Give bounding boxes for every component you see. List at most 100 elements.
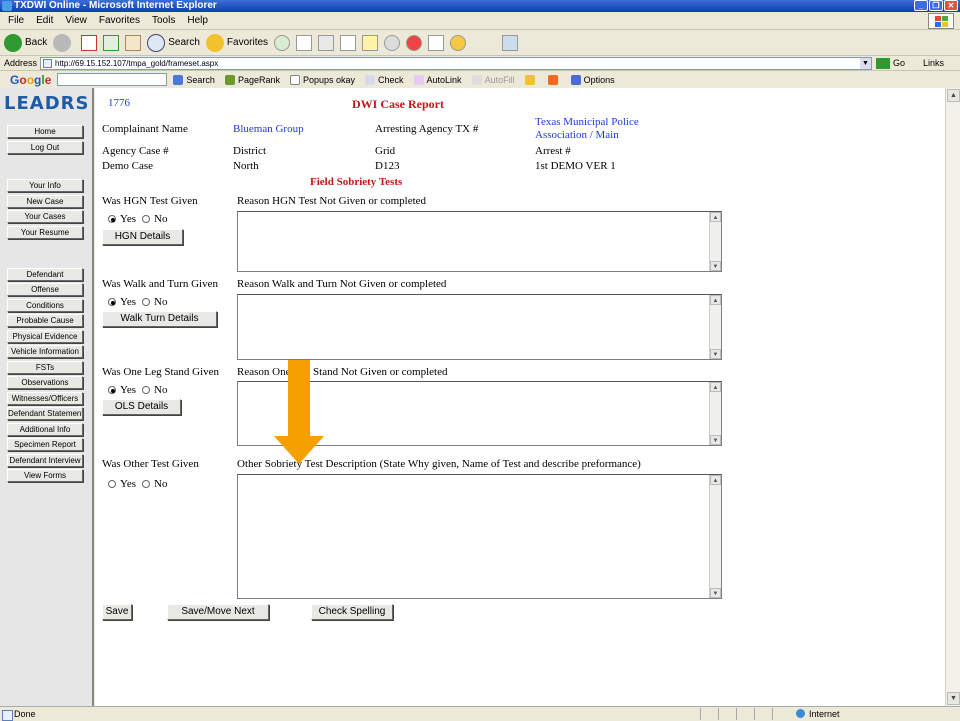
links-button[interactable]: Links [923,58,944,68]
check-spelling-button[interactable]: Check Spelling [311,604,393,620]
agency-case-value: Demo Case [102,160,154,172]
people-icon[interactable] [502,34,519,51]
main-content: 1776 DWI Case Report Complainant Name Bl… [95,88,945,706]
nav-probable-cause-button[interactable]: Probable Cause [7,314,83,327]
menu-file[interactable]: File [8,15,24,26]
hgn-yes-radio[interactable] [108,215,116,223]
phone-icon[interactable] [428,34,445,51]
agency-case-label: Agency Case # [102,145,169,157]
grid-value: D123 [375,160,400,172]
google-search-button[interactable]: Search [173,74,215,85]
search-button[interactable]: Search [147,33,200,52]
ols-details-button[interactable]: OLS Details [102,399,181,415]
section-title: Field Sobriety Tests [310,176,403,188]
popups-button[interactable]: Popups okay [289,74,355,85]
nav-new-case-button[interactable]: New Case [7,195,83,208]
nav-physical-evidence-button[interactable]: Physical Evidence [7,330,83,343]
nav-fsts-button[interactable]: FSTs [7,361,83,374]
back-button[interactable]: Back [4,33,47,52]
save-move-next-button[interactable]: Save/Move Next [167,604,269,620]
nav-your-info-button[interactable]: Your Info [7,179,83,192]
print-icon[interactable] [318,34,335,51]
pagerank-button[interactable]: PageRank [224,74,280,85]
nav-defendant-interview-button[interactable]: Defendant Interview [7,454,83,467]
go-button[interactable]: Go [876,57,905,69]
status-cell [754,707,772,720]
nav-logout-button[interactable]: Log Out [7,141,83,154]
smiley-icon[interactable] [450,34,467,51]
refresh-icon[interactable] [103,34,120,51]
maximize-button[interactable]: ❐ [929,0,943,11]
bookmark-button[interactable] [524,74,538,85]
nav-witnesses-officers-button[interactable]: Witnesses/Officers [7,392,83,405]
check-button[interactable]: Check [365,74,404,85]
walk-turn-yes-radio[interactable] [108,298,116,306]
one-leg-yes-radio[interactable] [108,386,116,394]
page-scroll-up-icon[interactable]: ▲ [947,89,960,102]
status-cell [772,707,790,720]
autolink-button[interactable]: AutoLink [413,74,462,85]
nav-home-button[interactable]: Home [7,125,83,138]
address-dropdown-icon[interactable]: ▼ [860,57,871,69]
save-button[interactable]: Save [102,604,132,620]
menu-help[interactable]: Help [187,15,208,26]
walk-turn-reason-textarea[interactable]: ▲ ▼ [237,294,722,360]
google-search-input[interactable] [57,73,168,86]
status-cell [700,707,718,720]
address-input[interactable]: http://69.15.152.107/tmpa_gold/frameset.… [40,56,872,70]
nav-your-resume-button[interactable]: Your Resume [7,226,83,239]
hgn-details-button[interactable]: HGN Details [102,229,183,245]
other-test-no-radio[interactable] [142,480,151,488]
leadrs-logo: LEADRS [4,93,90,114]
menu-edit[interactable]: Edit [36,15,53,26]
nav-conditions-button[interactable]: Conditions [7,299,83,312]
walk-turn-no-radio[interactable] [142,298,151,306]
menu-favorites[interactable]: Favorites [99,15,140,26]
history-icon[interactable] [274,34,291,51]
nav-specimen-report-button[interactable]: Specimen Report [7,438,83,451]
textarea-scrollbar[interactable]: ▲ ▼ [709,475,721,598]
hgn-no-radio[interactable] [142,215,151,223]
stop-icon[interactable] [81,34,98,51]
nav-vehicle-information-button[interactable]: Vehicle Information [7,345,83,358]
nav-defendant-statement-button[interactable]: Defendant Statement [7,407,83,420]
complainant-value: Blueman Group [233,123,304,135]
case-number: 1776 [108,97,130,109]
research-icon[interactable] [384,34,401,51]
close-button[interactable]: ✕ [944,0,958,11]
discuss-icon[interactable] [362,34,379,51]
menu-view[interactable]: View [65,15,87,26]
minimize-button[interactable]: _ [914,0,928,11]
one-leg-no-radio[interactable] [142,386,151,394]
textarea-scrollbar[interactable]: ▲ ▼ [709,295,721,359]
hgn-reason-textarea[interactable]: ▲ ▼ [237,211,722,272]
google-logo[interactable]: Google [10,73,51,87]
options-button[interactable]: Options [570,74,615,85]
google-toolbar: Google Search PageRank Popups okay Check… [0,70,960,88]
textarea-scrollbar[interactable]: ▲ ▼ [709,212,721,271]
nav-view-forms-button[interactable]: View Forms [7,469,83,482]
page-scrollbar[interactable]: ▲ ▼ [945,88,960,706]
scroll-up-icon: ▲ [710,212,721,222]
nav-your-cases-button[interactable]: Your Cases [7,210,83,223]
back-arrow-icon [4,33,22,52]
other-test-yes-radio[interactable] [108,480,116,488]
favorites-button[interactable]: Favorites [205,33,268,52]
page-scroll-down-icon[interactable]: ▼ [947,692,960,705]
mail-icon[interactable] [296,34,313,51]
nav-defendant-button[interactable]: Defendant [7,268,83,281]
forward-button[interactable] [53,33,72,52]
messenger-icon[interactable] [406,34,423,51]
nav-offense-button[interactable]: Offense [7,283,83,296]
walk-turn-reason-label: Reason Walk and Turn Not Given or comple… [237,278,447,290]
walk-turn-details-button[interactable]: Walk Turn Details [102,311,217,327]
edit-word-icon[interactable] [340,34,357,51]
blogger-button[interactable] [547,74,561,85]
textarea-scrollbar[interactable]: ▲ ▼ [709,382,721,445]
menu-tools[interactable]: Tools [152,15,175,26]
nav-additional-info-button[interactable]: Additional Info [7,423,83,436]
nav-observations-button[interactable]: Observations [7,376,83,389]
home-icon[interactable] [125,34,142,51]
other-test-description-textarea[interactable]: ▲ ▼ [237,474,722,599]
autofill-button[interactable]: AutoFill [471,74,515,85]
